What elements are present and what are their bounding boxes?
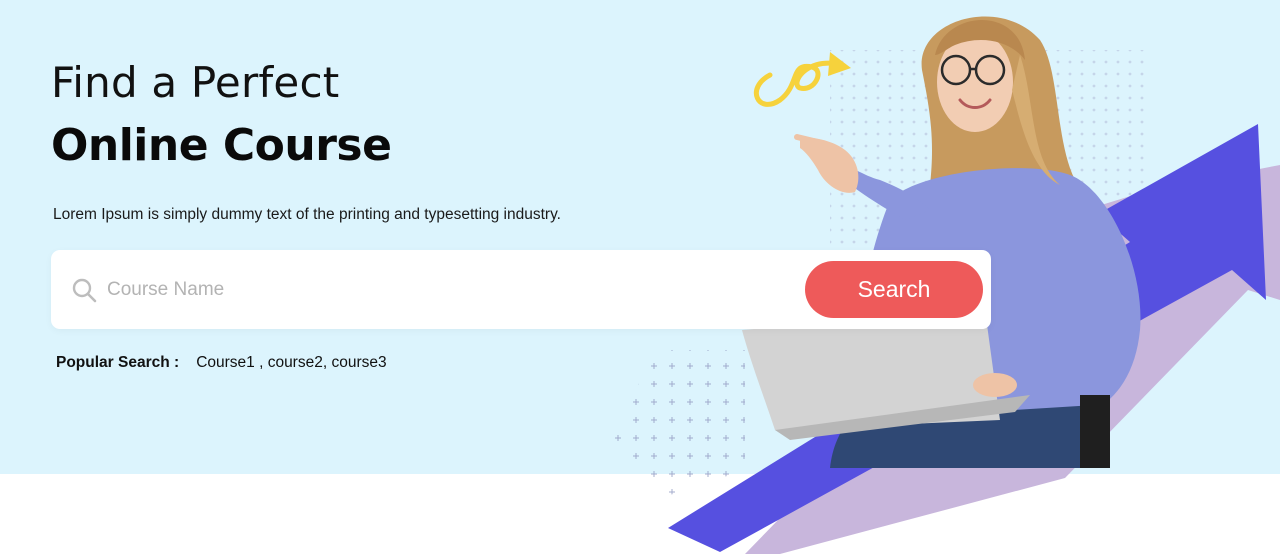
popular-search-items[interactable]: Course1 , course2, course3 <box>196 354 386 372</box>
popular-search: Popular Search : Course1 , course2, cour… <box>56 354 387 372</box>
course-search-bar: Search <box>51 250 991 329</box>
popular-search-label: Popular Search : <box>56 354 180 371</box>
hero-subtitle: Lorem Ipsum is simply dummy text of the … <box>53 206 561 223</box>
search-icon <box>72 278 97 303</box>
course-name-input[interactable] <box>107 272 787 308</box>
search-button[interactable]: Search <box>805 261 983 318</box>
hero-title-line2: Online Course <box>51 120 392 171</box>
page-below-hero <box>0 474 1280 554</box>
hero-title-line1: Find a Perfect <box>51 58 340 107</box>
